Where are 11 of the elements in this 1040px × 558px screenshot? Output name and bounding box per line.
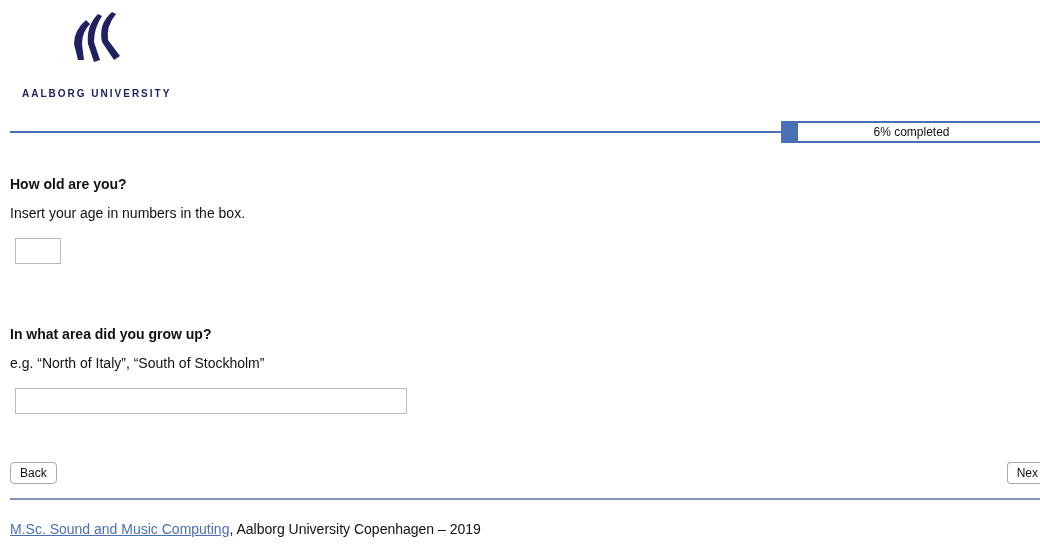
next-button[interactable]: Nex — [1006, 462, 1040, 484]
logo-text: AALBORG UNIVERSITY — [22, 87, 173, 101]
question-hint: Insert your age in numbers in the box. — [10, 204, 247, 223]
question-hint: e.g. “North of Italy”, “South of Stockholm” — [10, 354, 266, 373]
footer-text: M.Sc. Sound and Music Computing, Aalborg University Copenhagen – 2019 — [9, 520, 482, 539]
question-title: In what area did you grow up? — [10, 325, 213, 344]
question-title: How old are you? — [10, 175, 128, 194]
answer-field[interactable] — [15, 388, 407, 414]
answer-field[interactable] — [15, 238, 61, 264]
back-button[interactable]: Back — [10, 462, 57, 484]
progress-label: 6% completed — [872, 124, 951, 141]
